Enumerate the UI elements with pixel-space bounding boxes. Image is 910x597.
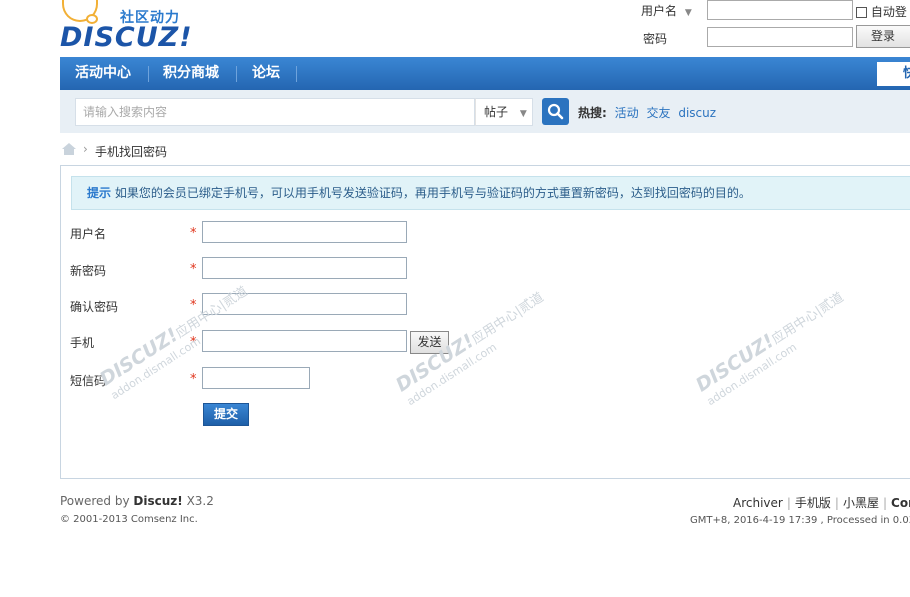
auto-login-checkbox[interactable]: 自动登 <box>856 3 907 20</box>
footer-divider: | <box>882 496 888 510</box>
main-content-box <box>60 165 910 479</box>
required-mark: * <box>190 298 197 313</box>
info-tip: 提示 如果您的会员已绑定手机号，可以用手机号发送验证码，再用手机号与验证码的方式… <box>71 176 910 210</box>
username-input[interactable] <box>202 221 407 243</box>
login-button[interactable]: 登录 <box>856 25 910 48</box>
search-input[interactable]: 请输入搜索内容 <box>75 98 475 126</box>
submit-button[interactable]: 提交 <box>203 403 249 426</box>
breadcrumb-current: 手机找回密码 <box>95 145 168 159</box>
hot-search-label: 热搜: <box>578 106 607 120</box>
footer-time-info: GMT+8, 2016-4-19 17:39 , Processed in 0.… <box>690 515 910 526</box>
phone-input[interactable] <box>202 330 407 352</box>
nav-divider <box>148 66 149 82</box>
quick-nav-button[interactable]: 快 <box>877 62 910 86</box>
field-label-new-password: 新密码 <box>70 264 107 278</box>
required-mark: * <box>190 335 197 350</box>
footer-link-blackroom[interactable]: 小黑屋 <box>843 496 879 510</box>
required-mark: * <box>190 372 197 387</box>
powered-by: Powered by Discuz! X3.2 <box>60 494 214 508</box>
footer-divider: | <box>786 496 791 510</box>
required-mark: * <box>190 262 197 277</box>
username-label: 用户名 <box>641 4 678 18</box>
breadcrumb-chevron-icon: › <box>83 142 88 156</box>
nav-divider <box>236 66 237 82</box>
nav-item-forum[interactable]: 论坛 <box>252 57 280 90</box>
search-button[interactable] <box>542 98 569 125</box>
chevron-down-icon: ▼ <box>684 8 692 18</box>
auto-login-label: 自动登 <box>870 5 907 19</box>
send-code-button[interactable]: 发送 <box>410 331 449 354</box>
sms-code-input[interactable] <box>202 367 310 389</box>
search-type-value: 帖子 <box>484 105 509 119</box>
nav-divider <box>296 66 297 82</box>
site-logo[interactable]: 社区动力 DISCUZ! <box>58 0 193 54</box>
nav-item-activity[interactable]: 活动中心 <box>75 57 131 90</box>
field-label-phone: 手机 <box>70 336 95 350</box>
confirm-password-input[interactable] <box>202 293 407 315</box>
footer-divider: | <box>834 496 839 510</box>
tip-text: 如果您的会员已绑定手机号，可以用手机号发送验证码，再用手机号与验证码的方式重置新… <box>114 186 751 200</box>
chevron-down-icon: ▼ <box>519 109 527 119</box>
powered-prefix: Powered by <box>60 494 130 508</box>
powered-version: X3.2 <box>186 494 214 508</box>
nav-item-points-mall[interactable]: 积分商城 <box>163 57 219 90</box>
username-type-select[interactable]: 用户名 ▼ <box>641 2 692 19</box>
home-icon[interactable] <box>62 143 76 155</box>
tip-label: 提示 <box>87 186 112 200</box>
required-mark: * <box>190 226 197 241</box>
checkbox-icon <box>856 7 867 18</box>
logo-text: DISCUZ! <box>60 22 193 53</box>
field-label-username: 用户名 <box>70 227 107 241</box>
footer-link-archiver[interactable]: Archiver <box>733 496 783 510</box>
hot-search-link[interactable]: 活动 <box>615 106 639 120</box>
login-username-input[interactable] <box>707 0 853 20</box>
password-label: 密码 <box>643 32 668 46</box>
hot-search-link[interactable]: discuz <box>678 106 716 120</box>
search-icon <box>547 103 564 120</box>
field-label-confirm-password: 确认密码 <box>70 300 119 314</box>
login-password-input[interactable] <box>707 27 853 47</box>
main-nav: 活动中心 积分商城 论坛 <box>60 57 910 90</box>
new-password-input[interactable] <box>202 257 407 279</box>
copyright: © 2001-2013 Comsenz Inc. <box>60 514 198 525</box>
hot-search-link[interactable]: 交友 <box>646 106 670 120</box>
footer-link-comsenz[interactable]: Com <box>891 496 910 510</box>
search-type-select[interactable]: 帖子 ▼ <box>475 98 533 126</box>
field-label-sms-code: 短信码 <box>70 374 107 388</box>
powered-brand-link[interactable]: Discuz! <box>133 494 182 508</box>
footer-link-mobile[interactable]: 手机版 <box>795 496 831 510</box>
footer-links: Archiver|手机版|小黑屋|Com <box>733 494 910 511</box>
hot-search: 热搜: 活动 交友 discuz <box>578 104 716 121</box>
